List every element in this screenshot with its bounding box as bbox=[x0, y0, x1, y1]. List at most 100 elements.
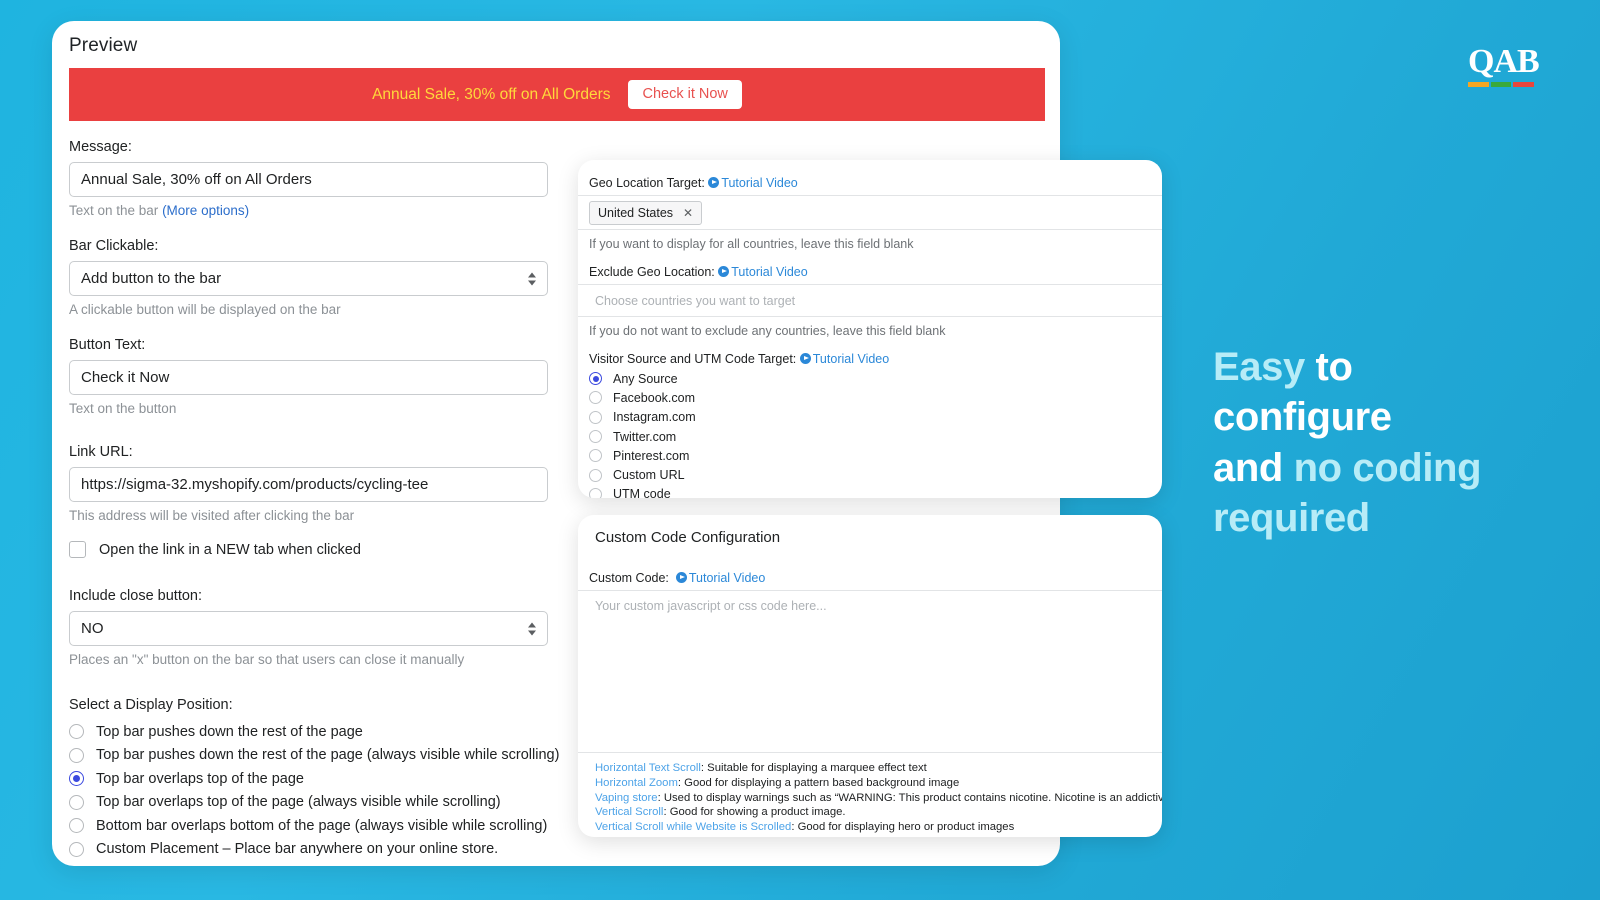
display-position-label: Select a Display Position: bbox=[69, 697, 233, 713]
geo-target-note: If you want to display for all countries… bbox=[589, 237, 914, 251]
close-button-select[interactable]: NO bbox=[69, 611, 548, 646]
new-tab-checkbox[interactable] bbox=[69, 541, 86, 558]
display-position-option-4[interactable]: Bottom bar overlaps bottom of the page (… bbox=[69, 814, 569, 838]
display-position-option-label: Top bar overlaps top of the page (always… bbox=[96, 794, 501, 811]
custom-code-panel-title: Custom Code Configuration bbox=[595, 529, 781, 546]
custom-code-tips: Horizontal Text Scroll: Suitable for dis… bbox=[589, 753, 1162, 833]
visitor-source-radio-group: Any Source Facebook.com Instagram.com Twitt… bbox=[589, 369, 1151, 498]
custom-code-panel: Custom Code Configuration Custom Code: T… bbox=[578, 515, 1162, 837]
radio-icon[interactable] bbox=[589, 449, 602, 463]
visitor-source-option-label: Instagram.com bbox=[613, 410, 696, 425]
radio-icon[interactable] bbox=[589, 430, 602, 444]
link-url-label: Link URL: bbox=[69, 444, 133, 460]
custom-code-tip-3: Vertical Scroll: Good for showing a prod… bbox=[595, 806, 1145, 818]
button-text-input[interactable]: Check it Now bbox=[69, 360, 548, 395]
message-help: Text on the bar (More options) bbox=[69, 203, 569, 218]
custom-code-tip-link[interactable]: Vertical Scroll while Website is Scrolle… bbox=[595, 821, 791, 833]
custom-code-tip-2: Vaping store: Used to display warnings s… bbox=[595, 792, 1162, 804]
custom-code-tutorial-label: Tutorial Video bbox=[688, 571, 766, 585]
visitor-source-option-0[interactable]: Any Source bbox=[589, 369, 1151, 388]
new-tab-checkbox-label: Open the link in a NEW tab when clicked bbox=[99, 541, 361, 558]
geo-targeting-panel: Geo Location Target: Tutorial Video Unit… bbox=[578, 160, 1162, 498]
marketing-headline: Easy to configure and no coding required bbox=[1213, 342, 1553, 544]
qab-logo-bar-1 bbox=[1490, 82, 1512, 87]
custom-code-tip-link[interactable]: Horizontal Text Scroll bbox=[595, 762, 701, 774]
radio-icon[interactable] bbox=[69, 841, 84, 857]
close-button-help: Places an "x" button on the bar so that … bbox=[69, 652, 465, 667]
preview-bar-cta-button[interactable]: Check it Now bbox=[628, 80, 742, 109]
custom-code-tutorial-link[interactable]: Tutorial Video bbox=[675, 571, 766, 585]
field-button-text: Button Text: Check it Now Text on the bu… bbox=[69, 337, 569, 416]
geo-target-tutorial-link[interactable]: Tutorial Video bbox=[708, 176, 798, 190]
geo-exclude-label: Exclude Geo Location: Tutorial Video bbox=[589, 265, 1151, 279]
link-url-help: This address will be visited after click… bbox=[69, 508, 355, 523]
display-position-option-0[interactable]: Top bar pushes down the rest of the page bbox=[69, 720, 569, 744]
visitor-source-option-3[interactable]: Twitter.com bbox=[589, 427, 1151, 446]
radio-icon[interactable] bbox=[589, 487, 602, 498]
close-icon[interactable]: ✕ bbox=[683, 206, 693, 220]
radio-icon[interactable] bbox=[69, 818, 84, 834]
qab-logo-bar-0 bbox=[1468, 82, 1489, 87]
radio-icon[interactable] bbox=[69, 724, 84, 740]
custom-code-tip-text: : Good for displaying hero or product im… bbox=[791, 821, 1015, 834]
message-input[interactable]: Annual Sale, 30% off on All Orders bbox=[69, 162, 548, 197]
custom-code-tip-link[interactable]: Vaping store bbox=[595, 792, 658, 804]
display-position-option-2[interactable]: Top bar overlaps top of the page bbox=[69, 767, 569, 791]
more-options-link[interactable]: (More options) bbox=[162, 203, 249, 218]
visitor-source-option-5[interactable]: Custom URL bbox=[589, 465, 1151, 484]
display-position-option-label: Bottom bar overlaps bottom of the page (… bbox=[96, 817, 548, 834]
visitor-source-option-6[interactable]: UTM code bbox=[589, 485, 1151, 498]
custom-code-textarea[interactable]: Your custom javascript or css code here.… bbox=[578, 590, 1162, 753]
new-tab-checkbox-row[interactable]: Open the link in a NEW tab when clicked bbox=[69, 541, 569, 558]
geo-exclude-label-text: Exclude Geo Location: bbox=[589, 265, 715, 279]
page-title: Preview bbox=[69, 35, 138, 56]
qab-logo-text: QAB bbox=[1468, 43, 1540, 80]
button-text-label: Button Text: bbox=[69, 337, 146, 353]
geo-exclude-tutorial-link[interactable]: Tutorial Video bbox=[718, 265, 808, 279]
display-position-option-label: Top bar pushes down the rest of the page… bbox=[96, 747, 560, 764]
visitor-source-label: Visitor Source and UTM Code Target: Tuto… bbox=[589, 352, 1151, 366]
display-position-option-label: Top bar overlaps top of the page bbox=[96, 770, 304, 787]
radio-icon[interactable] bbox=[69, 747, 84, 763]
radio-icon[interactable] bbox=[589, 372, 602, 386]
visitor-source-option-label: Any Source bbox=[613, 371, 678, 386]
link-url-input[interactable]: https://sigma-32.myshopify.com/products/… bbox=[69, 467, 548, 502]
chevron-updown-icon bbox=[528, 272, 536, 285]
geo-target-tutorial-label: Tutorial Video bbox=[721, 176, 798, 190]
radio-icon[interactable] bbox=[69, 771, 84, 787]
play-circle-icon bbox=[675, 572, 687, 583]
custom-code-tip-1: Horizontal Zoom: Good for displaying a p… bbox=[595, 777, 1145, 789]
field-message: Message: Annual Sale, 30% off on All Ord… bbox=[69, 139, 569, 218]
display-position-option-1[interactable]: Top bar pushes down the rest of the page… bbox=[69, 744, 569, 768]
message-label: Message: bbox=[69, 139, 132, 155]
field-bar-clickable: Bar Clickable: Add button to the bar A c… bbox=[69, 238, 569, 317]
play-circle-icon bbox=[799, 353, 811, 364]
bar-clickable-select[interactable]: Add button to the bar bbox=[69, 261, 548, 296]
visitor-source-label-text: Visitor Source and UTM Code Target: bbox=[589, 352, 797, 366]
headline-line3-a: and bbox=[1213, 445, 1294, 490]
geo-exclude-input[interactable]: Choose countries you want to target bbox=[578, 284, 1162, 317]
custom-code-tip-link[interactable]: Vertical Scroll bbox=[595, 806, 663, 818]
visitor-source-option-1[interactable]: Facebook.com bbox=[589, 388, 1151, 407]
custom-code-tip-text: : Used to display warnings such as “WARN… bbox=[657, 791, 1162, 804]
headline-line1-a: Easy bbox=[1213, 345, 1305, 389]
geo-exclude-tutorial-label: Tutorial Video bbox=[731, 265, 808, 279]
geo-target-input[interactable]: United States ✕ bbox=[578, 195, 1162, 230]
custom-code-tip-4: Vertical Scroll while Website is Scrolle… bbox=[595, 821, 1145, 833]
radio-icon[interactable] bbox=[589, 410, 602, 424]
geo-exclude-note: If you do not want to exclude any countr… bbox=[589, 324, 946, 338]
radio-icon[interactable] bbox=[69, 794, 84, 810]
display-position-option-3[interactable]: Top bar overlaps top of the page (always… bbox=[69, 791, 569, 815]
headline-line2: configure bbox=[1213, 395, 1392, 440]
headline-line1-b: to bbox=[1304, 345, 1353, 389]
visitor-source-option-2[interactable]: Instagram.com bbox=[589, 408, 1151, 427]
radio-icon[interactable] bbox=[589, 391, 602, 405]
play-circle-icon bbox=[718, 266, 730, 277]
display-position-option-5[interactable]: Custom Placement – Place bar anywhere on… bbox=[69, 838, 569, 862]
country-token-united-states[interactable]: United States ✕ bbox=[589, 200, 703, 225]
visitor-source-tutorial-link[interactable]: Tutorial Video bbox=[799, 352, 889, 366]
custom-code-tip-link[interactable]: Horizontal Zoom bbox=[595, 777, 678, 789]
radio-icon[interactable] bbox=[589, 468, 602, 482]
visitor-source-option-4[interactable]: Pinterest.com bbox=[589, 446, 1151, 465]
close-button-label: Include close button: bbox=[69, 588, 203, 604]
